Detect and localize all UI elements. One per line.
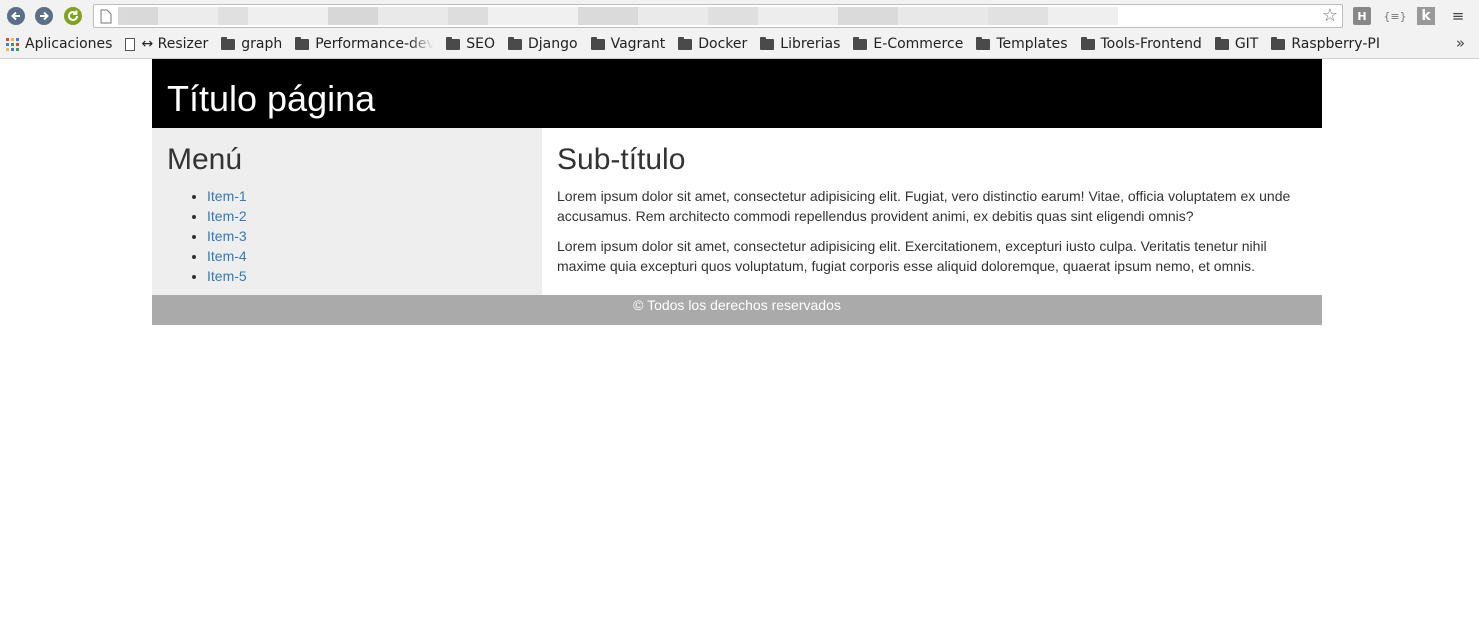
folder-icon	[976, 36, 991, 50]
browser-chrome: ☆ H {≡} k ≡ Aplicaciones ↔ Resizer graph…	[0, 0, 1479, 59]
bookmark-folder-tools-frontend[interactable]: Tools-Frontend	[1075, 33, 1209, 55]
folder-icon	[1271, 36, 1286, 50]
bookmarks-overflow-icon[interactable]: »	[1456, 34, 1465, 52]
menu-item: Item-2	[207, 206, 527, 226]
bookmark-resizer[interactable]: ↔ Resizer	[119, 33, 215, 55]
bookmark-folder-git[interactable]: GIT	[1209, 33, 1266, 55]
reload-icon	[64, 7, 82, 25]
folder-icon	[1080, 36, 1095, 50]
url-redacted	[118, 7, 1118, 25]
menu-item: Item-1	[207, 186, 527, 206]
bookmark-label: Librerias	[780, 36, 841, 52]
bookmark-folder-graph[interactable]: graph	[215, 33, 289, 55]
menu-list: Item-1 Item-2 Item-3 Item-4 Item-5	[167, 186, 527, 286]
folder-icon	[446, 36, 461, 50]
menu-link-item-4[interactable]: Item-4	[207, 248, 247, 264]
page-icon	[125, 37, 136, 51]
folder-icon	[221, 36, 236, 50]
apps-grid-icon	[6, 37, 19, 51]
bookmark-label: ↔ Resizer	[141, 36, 209, 52]
arrow-right-icon	[35, 7, 53, 25]
bookmark-apps[interactable]: Aplicaciones	[0, 33, 119, 55]
bookmark-folder-performance[interactable]: Performance-dev	[289, 33, 440, 55]
menu-item: Item-3	[207, 226, 527, 246]
bookmark-label: Raspberry-PI	[1291, 36, 1380, 52]
paragraph: Lorem ipsum dolor sit amet, consectetur …	[557, 188, 1291, 224]
page-footer: © Todos los derechos reservados	[152, 295, 1322, 325]
folder-icon	[853, 36, 868, 50]
back-button[interactable]	[6, 6, 26, 26]
bookmark-folder-docker[interactable]: Docker	[672, 33, 754, 55]
forward-button[interactable]	[34, 6, 54, 26]
extension-h-icon[interactable]: H	[1353, 7, 1371, 25]
folder-icon	[678, 36, 693, 50]
main-row: Menú Item-1 Item-2 Item-3 Item-4 Item-5 …	[152, 128, 1322, 295]
bookmarks-bar: Aplicaciones ↔ Resizer graph Performance…	[0, 32, 1479, 56]
bookmark-folder-vagrant[interactable]: Vagrant	[585, 33, 673, 55]
bookmark-label: Templates	[996, 36, 1068, 52]
web-page: Título página Menú Item-1 Item-2 Item-3 …	[152, 59, 1322, 325]
reload-button[interactable]	[63, 6, 83, 26]
menu-link-item-2[interactable]: Item-2	[207, 208, 247, 224]
arrow-left-icon	[7, 7, 25, 25]
page-title: Título página	[167, 78, 376, 119]
bookmark-folder-templates[interactable]: Templates	[970, 33, 1074, 55]
bookmark-label: Aplicaciones	[25, 36, 113, 52]
browser-toolbar: ☆ H {≡} k ≡	[0, 0, 1479, 32]
folder-icon	[590, 36, 605, 50]
bookmark-folder-raspberry[interactable]: Raspberry-PI	[1265, 33, 1387, 55]
bookmark-label: E-Commerce	[873, 36, 964, 52]
folder-icon	[760, 36, 775, 50]
bookmark-label: Vagrant	[610, 36, 666, 52]
bookmark-label: Tools-Frontend	[1100, 36, 1202, 52]
extension-k-icon[interactable]: k	[1417, 7, 1435, 25]
folder-icon	[1214, 36, 1229, 50]
page-icon	[100, 9, 112, 24]
folder-icon	[508, 36, 522, 50]
menu-link-item-1[interactable]: Item-1	[207, 188, 247, 204]
extension-json-icon[interactable]: {≡}	[1382, 7, 1408, 25]
bookmark-star-icon[interactable]: ☆	[1322, 6, 1338, 26]
menu-heading: Menú	[167, 143, 243, 176]
bookmark-folder-django[interactable]: Django	[502, 33, 585, 55]
paragraph: Lorem ipsum dolor sit amet, consectetur …	[557, 238, 1267, 274]
bookmark-folder-seo[interactable]: SEO	[440, 33, 502, 55]
bookmark-folder-ecommerce[interactable]: E-Commerce	[847, 33, 970, 55]
menu-link-item-3[interactable]: Item-3	[207, 228, 247, 244]
bookmark-label: GIT	[1234, 36, 1259, 52]
menu-item: Item-4	[207, 246, 527, 266]
menu-link-item-5[interactable]: Item-5	[207, 268, 247, 284]
bookmark-label: graph	[241, 36, 283, 52]
bookmark-label: Django	[528, 36, 578, 52]
address-bar[interactable]: ☆	[93, 4, 1343, 28]
folder-icon	[295, 36, 310, 50]
bookmark-folder-librerias[interactable]: Librerias	[754, 33, 847, 55]
bookmark-label: Docker	[698, 36, 748, 52]
menu-item: Item-5	[207, 266, 527, 286]
browser-menu-icon[interactable]: ≡	[1449, 7, 1467, 25]
bookmark-label: Performance-dev	[315, 36, 434, 52]
main-content: Sub-título Lorem ipsum dolor sit amet, c…	[542, 128, 1322, 295]
bookmark-label: SEO	[466, 36, 495, 52]
subtitle: Sub-título	[557, 143, 686, 176]
sidebar: Menú Item-1 Item-2 Item-3 Item-4 Item-5	[152, 128, 542, 295]
page-header: Título página	[152, 59, 1322, 128]
